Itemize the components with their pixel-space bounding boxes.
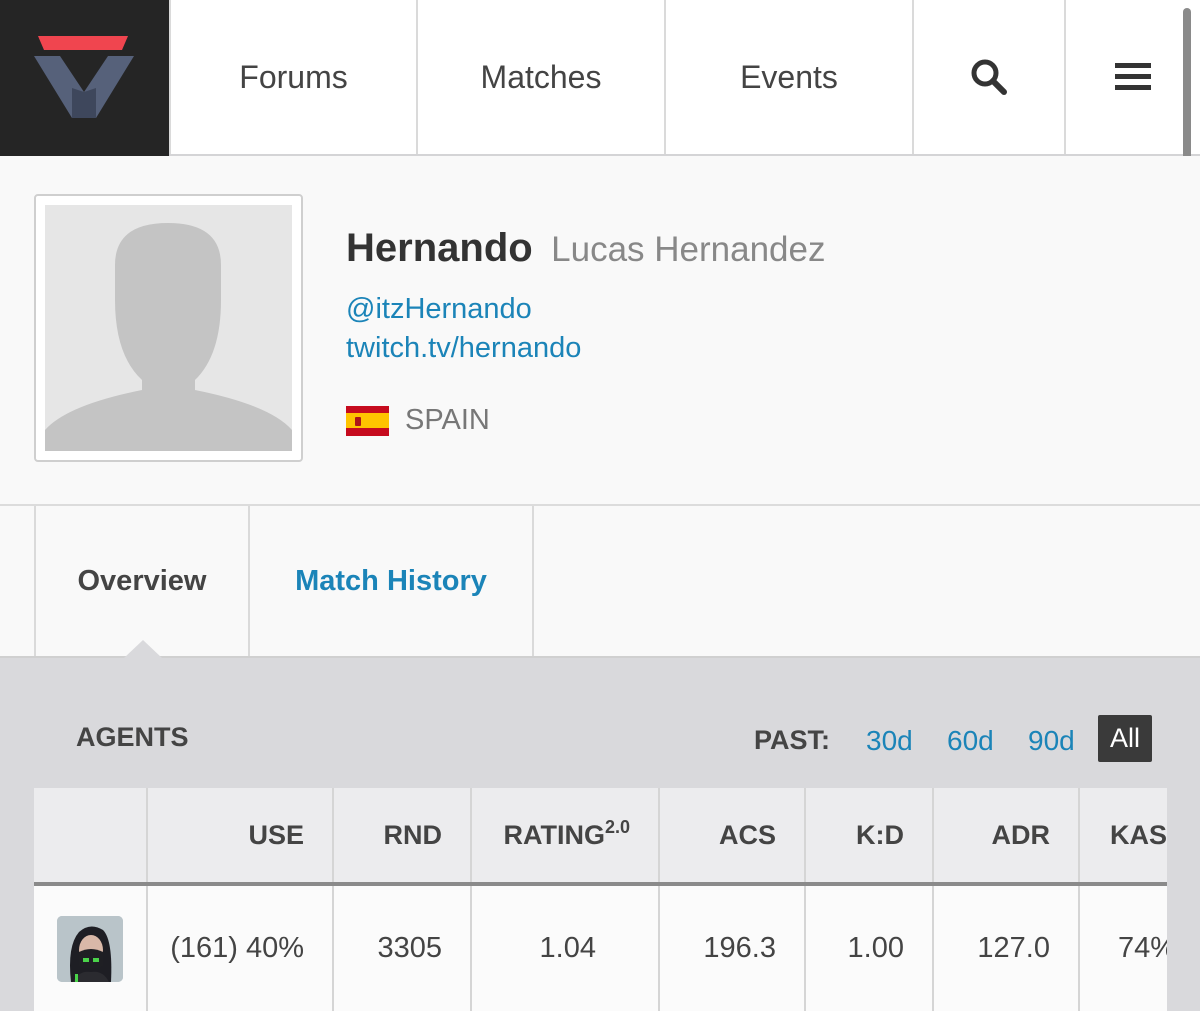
player-name: Hernando xyxy=(346,226,533,270)
table-header: USE RND RATING2.0 ACS K:D ADR KAST xyxy=(34,788,1167,886)
cell-kd: 1.00 xyxy=(806,886,934,1011)
header-adr-label: ADR xyxy=(991,819,1051,850)
tab-match-history-label: Match History xyxy=(295,564,487,597)
cell-rnd: 3305 xyxy=(334,886,472,1011)
player-profile: Hernando Lucas Hernandez @itzHernando tw… xyxy=(0,156,1200,506)
twitter-link[interactable]: @itzHernando xyxy=(346,293,532,326)
country-name: SPAIN xyxy=(405,404,490,436)
table-row: (161) 40% 3305 1.04 196.3 1.00 127.0 74% xyxy=(34,886,1167,1011)
cell-rating: 1.04 xyxy=(472,886,660,1011)
site-header: Forums Matches Events xyxy=(0,0,1200,156)
header-rating-version: 2.0 xyxy=(604,816,630,837)
cell-use: (161) 40% xyxy=(148,886,334,1011)
header-rnd-label: RND xyxy=(383,819,443,850)
agents-table: USE RND RATING2.0 ACS K:D ADR KAST xyxy=(34,788,1167,1011)
cell-kast: 74% xyxy=(1118,932,1167,964)
active-tab-indicator xyxy=(124,640,162,658)
header-rating[interactable]: RATING 2.0 xyxy=(472,788,660,882)
nav-events-label: Events xyxy=(740,58,838,95)
tab-match-history[interactable]: Match History xyxy=(250,506,534,656)
country-row: SPAIN xyxy=(346,404,490,437)
agent-cell xyxy=(34,886,148,1011)
header-kast[interactable]: KAST xyxy=(1080,788,1167,882)
header-use[interactable]: USE xyxy=(148,788,334,882)
real-name: Lucas Hernandez xyxy=(551,230,826,269)
header-adr[interactable]: ADR xyxy=(934,788,1080,882)
default-avatar-image xyxy=(45,205,292,451)
header-agent xyxy=(34,788,148,882)
header-rnd[interactable]: RND xyxy=(334,788,472,882)
agents-title: AGENTS xyxy=(76,722,189,752)
nav-forums-label: Forums xyxy=(239,58,348,95)
tab-overview-label: Overview xyxy=(77,564,207,597)
person-silhouette-icon xyxy=(45,223,292,451)
nav-matches[interactable]: Matches xyxy=(416,0,664,154)
header-rating-label: RATING xyxy=(503,819,605,850)
header-kast-label: KAST xyxy=(1110,819,1167,850)
period-all[interactable]: All xyxy=(1098,715,1152,762)
avatar xyxy=(34,194,303,462)
nav-events[interactable]: Events xyxy=(664,0,912,154)
header-use-label: USE xyxy=(248,819,304,850)
nav-forums[interactable]: Forums xyxy=(169,0,416,154)
header-acs[interactable]: ACS xyxy=(660,788,806,882)
twitch-link[interactable]: twitch.tv/hernando xyxy=(346,332,581,365)
tab-overview[interactable]: Overview xyxy=(34,506,250,656)
menu-icon xyxy=(1115,63,1151,90)
past-label: PAST: xyxy=(754,725,831,755)
header-kd-label: K:D xyxy=(856,819,904,850)
search-icon xyxy=(971,59,1007,95)
profile-tabs: Overview Match History xyxy=(0,506,1200,658)
cell-acs: 196.3 xyxy=(660,886,806,1011)
spain-flag-icon xyxy=(346,405,389,436)
period-90d[interactable]: 90d xyxy=(1028,725,1075,757)
search-button[interactable] xyxy=(912,0,1064,154)
vlr-logo-icon xyxy=(34,36,134,118)
name-row: Hernando Lucas Hernandez xyxy=(346,226,825,271)
menu-button[interactable] xyxy=(1064,0,1200,154)
cell-adr: 127.0 xyxy=(934,886,1080,1011)
viper-agent-icon xyxy=(57,915,123,982)
site-logo[interactable] xyxy=(0,0,169,156)
header-kd[interactable]: K:D xyxy=(806,788,934,882)
period-30d[interactable]: 30d xyxy=(866,725,913,757)
header-acs-label: ACS xyxy=(718,819,776,850)
period-60d[interactable]: 60d xyxy=(947,725,994,757)
nav-matches-label: Matches xyxy=(480,58,602,95)
